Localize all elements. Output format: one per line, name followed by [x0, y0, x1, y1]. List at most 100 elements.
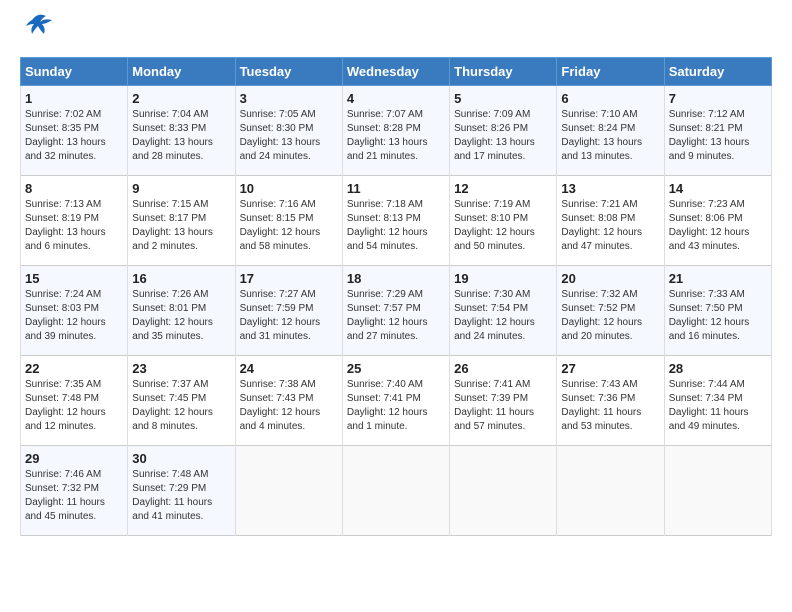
day-number: 19 [454, 271, 552, 286]
day-info: Sunrise: 7:16 AM Sunset: 8:15 PM Dayligh… [240, 198, 338, 254]
calendar-day-cell [235, 446, 342, 536]
day-number: 6 [561, 91, 659, 106]
calendar-day-cell: 9Sunrise: 7:15 AM Sunset: 8:17 PM Daylig… [128, 176, 235, 266]
day-number: 5 [454, 91, 552, 106]
day-number: 2 [132, 91, 230, 106]
calendar-day-cell [450, 446, 557, 536]
day-info: Sunrise: 7:27 AM Sunset: 7:59 PM Dayligh… [240, 288, 338, 344]
day-of-week-header: Thursday [450, 58, 557, 86]
calendar-day-cell: 27 Sunrise: 7:43 AM Sunset: 7:36 PM Dayli… [557, 356, 664, 446]
day-of-week-header: Wednesday [342, 58, 449, 86]
calendar-day-cell: 3 Sunrise: 7:05 AM Sunset: 8:30 PM Daylig… [235, 86, 342, 176]
calendar-week-row: 1 Sunrise: 7:02 AM Sunset: 8:35 PM Daylig… [21, 86, 772, 176]
day-info: Sunrise: 7:38 AM Sunset: 7:43 PM Dayligh… [240, 378, 338, 434]
day-info: Sunrise: 7:41 AM Sunset: 7:39 PM Dayligh… [454, 378, 552, 434]
day-number: 29 [25, 451, 123, 466]
day-number: 30 [132, 451, 230, 466]
calendar-day-cell: 8 Sunrise: 7:13 AM Sunset: 8:19 PM Daylig… [21, 176, 128, 266]
day-number: 16 [132, 271, 230, 286]
day-number: 18 [347, 271, 445, 286]
day-of-week-header: Sunday [21, 58, 128, 86]
day-info: Sunrise: 7:10 AM Sunset: 8:24 PM Dayligh… [561, 108, 659, 164]
day-info: Sunrise: 7:05 AM Sunset: 8:30 PM Dayligh… [240, 108, 338, 164]
day-number: 23 [132, 361, 230, 376]
day-number: 25 [347, 361, 445, 376]
day-info: Sunrise: 7:43 AM Sunset: 7:36 PM Dayligh… [561, 378, 659, 434]
day-info: Sunrise: 7:30 AM Sunset: 7:54 PM Dayligh… [454, 288, 552, 344]
calendar-day-cell: 14 Sunrise: 7:23 AM Sunset: 8:06 PM Dayli… [664, 176, 771, 266]
day-info: Sunrise: 7:18 AM Sunset: 8:13 PM Dayligh… [347, 198, 445, 254]
calendar-day-cell: 21 Sunrise: 7:33 AM Sunset: 7:50 PM Dayli… [664, 266, 771, 356]
calendar-day-cell [342, 446, 449, 536]
calendar-day-cell: 22 Sunrise: 7:35 AM Sunset: 7:48 PM Dayli… [21, 356, 128, 446]
day-info: Sunrise: 7:37 AM Sunset: 7:45 PM Dayligh… [132, 378, 230, 434]
logo [20, 20, 56, 47]
day-info: Sunrise: 7:09 AM Sunset: 8:26 PM Dayligh… [454, 108, 552, 164]
calendar-day-cell: 4 Sunrise: 7:07 AM Sunset: 8:28 PM Daylig… [342, 86, 449, 176]
calendar-day-cell: 18 Sunrise: 7:29 AM Sunset: 7:57 PM Dayli… [342, 266, 449, 356]
calendar-day-cell: 30 Sunrise: 7:48 AM Sunset: 7:29 PM Dayli… [128, 446, 235, 536]
day-number: 8 [25, 181, 123, 196]
calendar-day-cell: 20Sunrise: 7:32 AM Sunset: 7:52 PM Dayli… [557, 266, 664, 356]
calendar-day-cell: 16 Sunrise: 7:26 AM Sunset: 8:01 PM Dayli… [128, 266, 235, 356]
day-number: 1 [25, 91, 123, 106]
calendar-day-cell: 26 Sunrise: 7:41 AM Sunset: 7:39 PM Dayli… [450, 356, 557, 446]
day-number: 13 [561, 181, 659, 196]
day-info: Sunrise: 7:48 AM Sunset: 7:29 PM Dayligh… [132, 468, 230, 524]
day-info: Sunrise: 7:29 AM Sunset: 7:57 PM Dayligh… [347, 288, 445, 344]
day-info: Sunrise: 7:46 AM Sunset: 7:32 PM Dayligh… [25, 468, 123, 524]
day-number: 24 [240, 361, 338, 376]
day-of-week-header: Tuesday [235, 58, 342, 86]
day-info: Sunrise: 7:21 AM Sunset: 8:08 PM Dayligh… [561, 198, 659, 254]
calendar-day-cell: 25 Sunrise: 7:40 AM Sunset: 7:41 PM Dayli… [342, 356, 449, 446]
calendar-day-cell: 28Sunrise: 7:44 AM Sunset: 7:34 PM Dayli… [664, 356, 771, 446]
day-number: 12 [454, 181, 552, 196]
calendar-day-cell: 12 Sunrise: 7:19 AM Sunset: 8:10 PM Dayli… [450, 176, 557, 266]
day-of-week-header: Friday [557, 58, 664, 86]
calendar-day-cell: 17 Sunrise: 7:27 AM Sunset: 7:59 PM Dayli… [235, 266, 342, 356]
day-number: 20 [561, 271, 659, 286]
logo-bird-icon [24, 10, 56, 47]
calendar-day-cell: 11Sunrise: 7:18 AM Sunset: 8:13 PM Dayli… [342, 176, 449, 266]
day-info: Sunrise: 7:44 AM Sunset: 7:34 PM Dayligh… [669, 378, 767, 434]
calendar-day-cell: 13 Sunrise: 7:21 AM Sunset: 8:08 PM Dayli… [557, 176, 664, 266]
calendar-day-cell: 1 Sunrise: 7:02 AM Sunset: 8:35 PM Daylig… [21, 86, 128, 176]
day-number: 22 [25, 361, 123, 376]
calendar-day-cell: 19 Sunrise: 7:30 AM Sunset: 7:54 PM Dayli… [450, 266, 557, 356]
page-header [20, 20, 772, 47]
day-info: Sunrise: 7:35 AM Sunset: 7:48 PM Dayligh… [25, 378, 123, 434]
day-number: 17 [240, 271, 338, 286]
calendar-day-cell: 24 Sunrise: 7:38 AM Sunset: 7:43 PM Dayli… [235, 356, 342, 446]
day-info: Sunrise: 7:26 AM Sunset: 8:01 PM Dayligh… [132, 288, 230, 344]
day-info: Sunrise: 7:23 AM Sunset: 8:06 PM Dayligh… [669, 198, 767, 254]
day-number: 21 [669, 271, 767, 286]
day-number: 27 [561, 361, 659, 376]
calendar-day-cell: 6 Sunrise: 7:10 AM Sunset: 8:24 PM Daylig… [557, 86, 664, 176]
calendar-week-row: 22 Sunrise: 7:35 AM Sunset: 7:48 PM Dayli… [21, 356, 772, 446]
day-info: Sunrise: 7:07 AM Sunset: 8:28 PM Dayligh… [347, 108, 445, 164]
day-number: 26 [454, 361, 552, 376]
calendar-day-cell: 29 Sunrise: 7:46 AM Sunset: 7:32 PM Dayli… [21, 446, 128, 536]
calendar-day-cell [664, 446, 771, 536]
calendar-header-row: SundayMondayTuesdayWednesdayThursdayFrid… [21, 58, 772, 86]
day-number: 14 [669, 181, 767, 196]
calendar-week-row: 29 Sunrise: 7:46 AM Sunset: 7:32 PM Dayli… [21, 446, 772, 536]
calendar-week-row: 15Sunrise: 7:24 AM Sunset: 8:03 PM Dayli… [21, 266, 772, 356]
day-info: Sunrise: 7:12 AM Sunset: 8:21 PM Dayligh… [669, 108, 767, 164]
day-of-week-header: Monday [128, 58, 235, 86]
day-info: Sunrise: 7:13 AM Sunset: 8:19 PM Dayligh… [25, 198, 123, 254]
day-info: Sunrise: 7:40 AM Sunset: 7:41 PM Dayligh… [347, 378, 445, 434]
calendar-day-cell: 10Sunrise: 7:16 AM Sunset: 8:15 PM Dayli… [235, 176, 342, 266]
day-number: 3 [240, 91, 338, 106]
day-number: 7 [669, 91, 767, 106]
day-info: Sunrise: 7:04 AM Sunset: 8:33 PM Dayligh… [132, 108, 230, 164]
day-info: Sunrise: 7:02 AM Sunset: 8:35 PM Dayligh… [25, 108, 123, 164]
calendar-day-cell: 23 Sunrise: 7:37 AM Sunset: 7:45 PM Dayli… [128, 356, 235, 446]
calendar-week-row: 8 Sunrise: 7:13 AM Sunset: 8:19 PM Daylig… [21, 176, 772, 266]
day-number: 4 [347, 91, 445, 106]
day-info: Sunrise: 7:24 AM Sunset: 8:03 PM Dayligh… [25, 288, 123, 344]
calendar-table: SundayMondayTuesdayWednesdayThursdayFrid… [20, 57, 772, 536]
day-info: Sunrise: 7:15 AM Sunset: 8:17 PM Dayligh… [132, 198, 230, 254]
day-info: Sunrise: 7:19 AM Sunset: 8:10 PM Dayligh… [454, 198, 552, 254]
day-info: Sunrise: 7:33 AM Sunset: 7:50 PM Dayligh… [669, 288, 767, 344]
